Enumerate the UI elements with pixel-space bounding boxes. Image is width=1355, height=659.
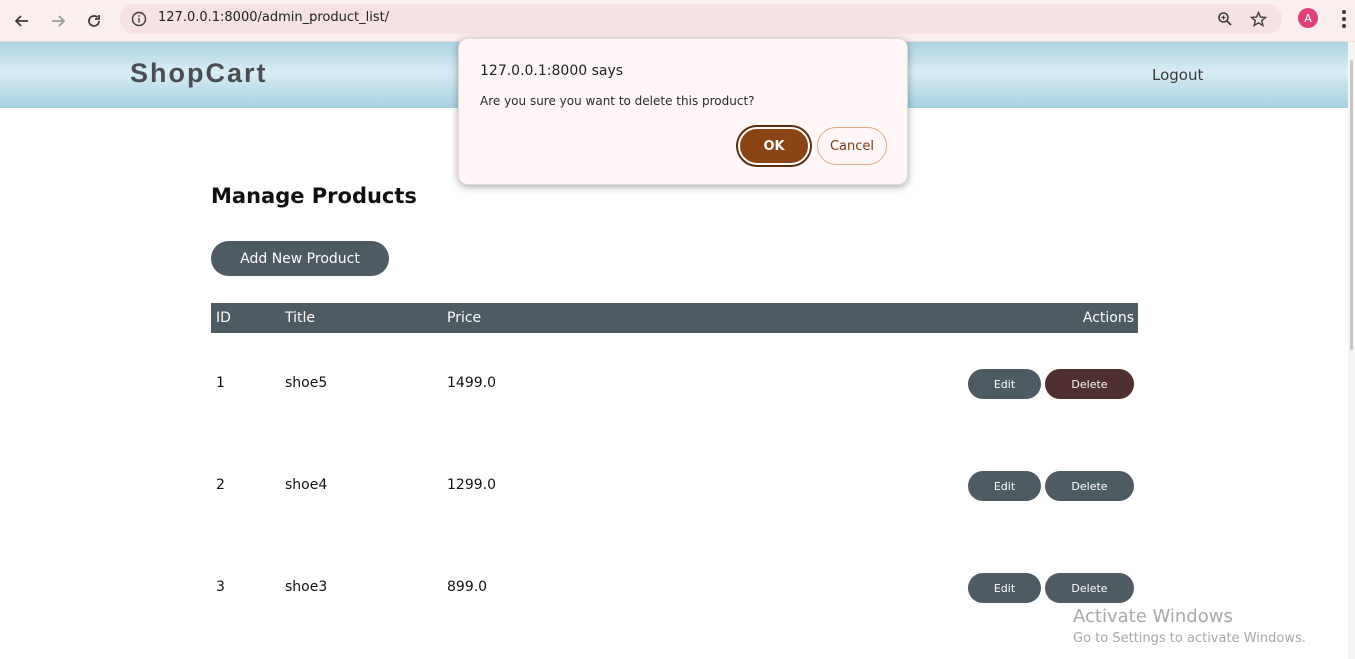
product-price: 1299.0: [447, 477, 496, 493]
url-text[interactable]: 127.0.0.1:8000/admin_product_list/: [158, 10, 389, 25]
product-id: 3: [216, 579, 225, 595]
dialog-message: Are you sure you want to delete this pro…: [480, 94, 755, 108]
add-product-button[interactable]: Add New Product: [211, 241, 389, 276]
table-header: ID Title Price Actions: [211, 303, 1138, 333]
edit-button[interactable]: Edit: [968, 573, 1041, 603]
product-id: 1: [216, 375, 225, 391]
zoom-icon[interactable]: [1215, 9, 1235, 29]
site-info-icon[interactable]: [130, 10, 148, 28]
address-bar[interactable]: 127.0.0.1:8000/admin_product_list/: [120, 4, 1282, 34]
column-header-price: Price: [447, 310, 482, 326]
menu-icon[interactable]: [1334, 8, 1354, 30]
confirm-dialog: 127.0.0.1:8000 says Are you sure you wan…: [458, 38, 908, 185]
product-title: shoe5: [285, 375, 328, 391]
column-header-actions: Actions: [1082, 310, 1134, 326]
delete-button[interactable]: Delete: [1045, 573, 1134, 603]
product-price: 1499.0: [447, 375, 496, 391]
edit-button[interactable]: Edit: [968, 471, 1041, 501]
cancel-button[interactable]: Cancel: [817, 127, 887, 165]
table-row: 3 shoe3 899.0 Edit Delete: [211, 568, 1138, 608]
avatar[interactable]: A: [1298, 8, 1318, 28]
column-header-title: Title: [285, 310, 316, 326]
browser-toolbar: 127.0.0.1:8000/admin_product_list/ A: [0, 0, 1355, 42]
activate-windows-title: Activate Windows: [1073, 606, 1233, 627]
product-price: 899.0: [447, 579, 488, 595]
product-title: shoe3: [285, 579, 328, 595]
logout-link[interactable]: Logout: [1152, 66, 1203, 84]
activate-windows-subtitle: Go to Settings to activate Windows.: [1073, 631, 1306, 646]
dialog-title: 127.0.0.1:8000 says: [480, 63, 624, 79]
table-row: 2 shoe4 1299.0 Edit Delete: [211, 466, 1138, 506]
forward-arrow-icon[interactable]: [45, 8, 71, 34]
product-id: 2: [216, 477, 225, 493]
back-arrow-icon[interactable]: [9, 8, 35, 34]
star-icon[interactable]: [1248, 9, 1268, 29]
page-title: Manage Products: [211, 184, 417, 208]
column-header-id: ID: [216, 310, 231, 326]
table-row: 1 shoe5 1499.0 Edit Delete: [211, 364, 1138, 404]
product-title: shoe4: [285, 477, 328, 493]
brand-logo[interactable]: ShopCart: [130, 58, 268, 89]
delete-button[interactable]: Delete: [1045, 369, 1134, 399]
reload-icon[interactable]: [81, 8, 107, 34]
scrollbar[interactable]: [1348, 42, 1355, 659]
scroll-thumb[interactable]: [1350, 60, 1353, 350]
ok-button[interactable]: OK: [738, 127, 810, 165]
delete-button[interactable]: Delete: [1045, 471, 1134, 501]
edit-button[interactable]: Edit: [968, 369, 1041, 399]
